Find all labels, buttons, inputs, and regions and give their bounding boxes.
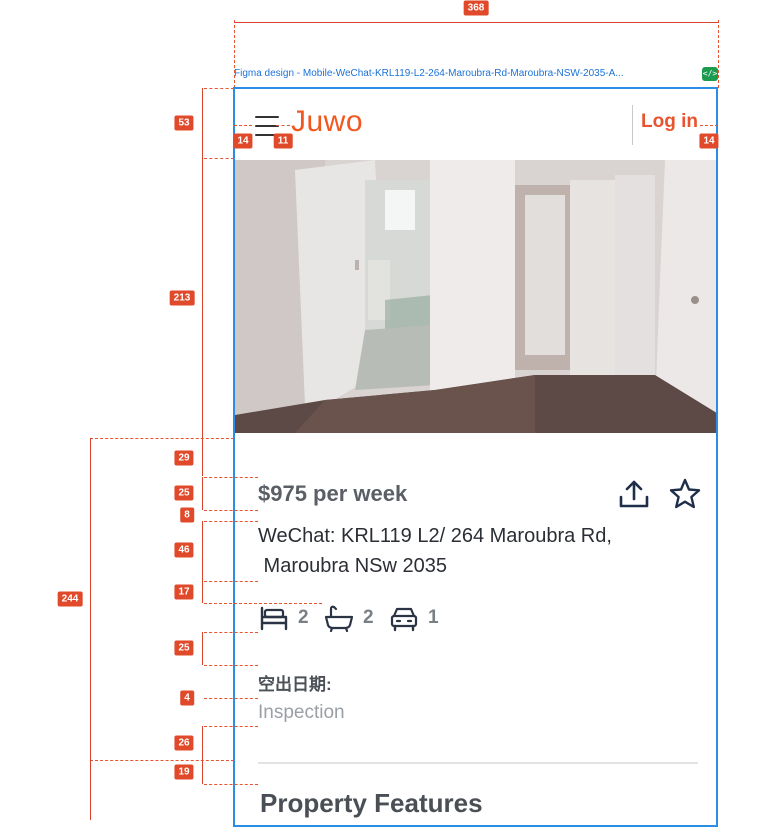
listing-price: $975 per week — [258, 481, 408, 506]
measure-guide — [234, 125, 252, 126]
measure-line — [202, 477, 203, 510]
available-date-label: 空出日期: — [258, 675, 332, 694]
measure-guide — [204, 665, 258, 666]
measure-guide — [204, 603, 322, 604]
bed-icon — [260, 606, 288, 631]
property-features-heading: Property Features — [260, 788, 483, 818]
measure-badge-gap4: 4 — [180, 690, 194, 706]
measure-line — [90, 760, 91, 820]
measure-guide — [204, 510, 258, 511]
measure-badge-gap26: 26 — [174, 735, 194, 751]
address-line-2: Maroubra NSw 2035 — [258, 555, 447, 577]
frame-title-label: Figma design - Mobile-WeChat-KRL119-L2-2… — [234, 68, 624, 79]
measure-line — [90, 438, 91, 760]
measure-guide — [718, 20, 719, 88]
section-divider — [258, 762, 698, 764]
measure-badge-price: 25 — [174, 485, 194, 501]
listing-address: WeChat: KRL119 L2/ 264 Maroubra Rd, Maro… — [258, 521, 678, 581]
login-button[interactable]: Log in — [641, 111, 698, 133]
measure-guide — [90, 438, 234, 439]
measure-badge-gap25: 25 — [174, 640, 194, 656]
measure-badge-header: 53 — [174, 115, 194, 131]
site-logo[interactable]: Juwo — [291, 105, 363, 139]
car-icon — [390, 607, 418, 632]
header-divider — [632, 105, 633, 145]
measure-guide — [204, 477, 258, 478]
inspection-link[interactable]: Inspection — [258, 702, 345, 724]
measure-badge-right-pad: 14 — [699, 133, 719, 149]
bathroom-count: 2 — [323, 603, 374, 633]
room-photo-illustration — [235, 160, 716, 433]
bathtub-icon — [324, 605, 354, 632]
measure-guide — [234, 20, 235, 88]
measure-guide — [204, 632, 258, 633]
bedroom-value: 2 — [298, 607, 309, 628]
bedroom-count: 2 — [258, 603, 309, 633]
measure-line — [202, 88, 203, 158]
code-icon[interactable]: </> — [702, 67, 718, 81]
measure-line — [202, 158, 203, 438]
measure-guide — [204, 88, 234, 89]
measure-line — [202, 760, 203, 784]
measure-badge-width: 368 — [463, 0, 489, 16]
parking-count: 1 — [388, 603, 439, 633]
measure-badge-gap19: 19 — [174, 764, 194, 780]
address-line-1: WeChat: KRL119 L2/ 264 Maroubra Rd, — [258, 525, 612, 547]
measure-badge-photo: 213 — [169, 290, 195, 306]
measure-badge-section: 244 — [57, 591, 83, 607]
measure-line — [202, 581, 203, 603]
measure-guide — [204, 726, 258, 727]
site-header: Juwo Log in — [235, 89, 716, 159]
measure-guide — [204, 581, 258, 582]
measure-line — [202, 521, 203, 581]
measure-guide — [204, 784, 258, 785]
measure-guide — [700, 125, 718, 126]
share-icon[interactable] — [617, 477, 651, 511]
listing-photo[interactable] — [235, 160, 716, 433]
measure-line — [234, 22, 718, 23]
star-icon[interactable] — [668, 477, 702, 511]
measure-badge-left-pad: 14 — [233, 133, 253, 149]
parking-value: 1 — [428, 607, 439, 628]
measure-line — [202, 726, 203, 760]
measure-badge-gap8: 8 — [180, 507, 194, 523]
measure-line — [202, 438, 203, 476]
measure-badge-gap17: 17 — [174, 584, 194, 600]
bathroom-value: 2 — [363, 607, 374, 628]
measure-guide — [204, 158, 234, 159]
measure-line — [202, 632, 203, 665]
measure-guide — [90, 760, 234, 761]
measure-badge-address: 46 — [174, 542, 194, 558]
measure-guide — [204, 521, 258, 522]
measure-guide — [204, 698, 258, 699]
measure-badge-pad-top: 29 — [174, 450, 194, 466]
measure-badge-icon-gap: 11 — [273, 133, 293, 149]
mobile-frame: Juwo Log in $975 per week WeChat: KRL119… — [233, 87, 718, 827]
measure-guide — [276, 125, 290, 126]
